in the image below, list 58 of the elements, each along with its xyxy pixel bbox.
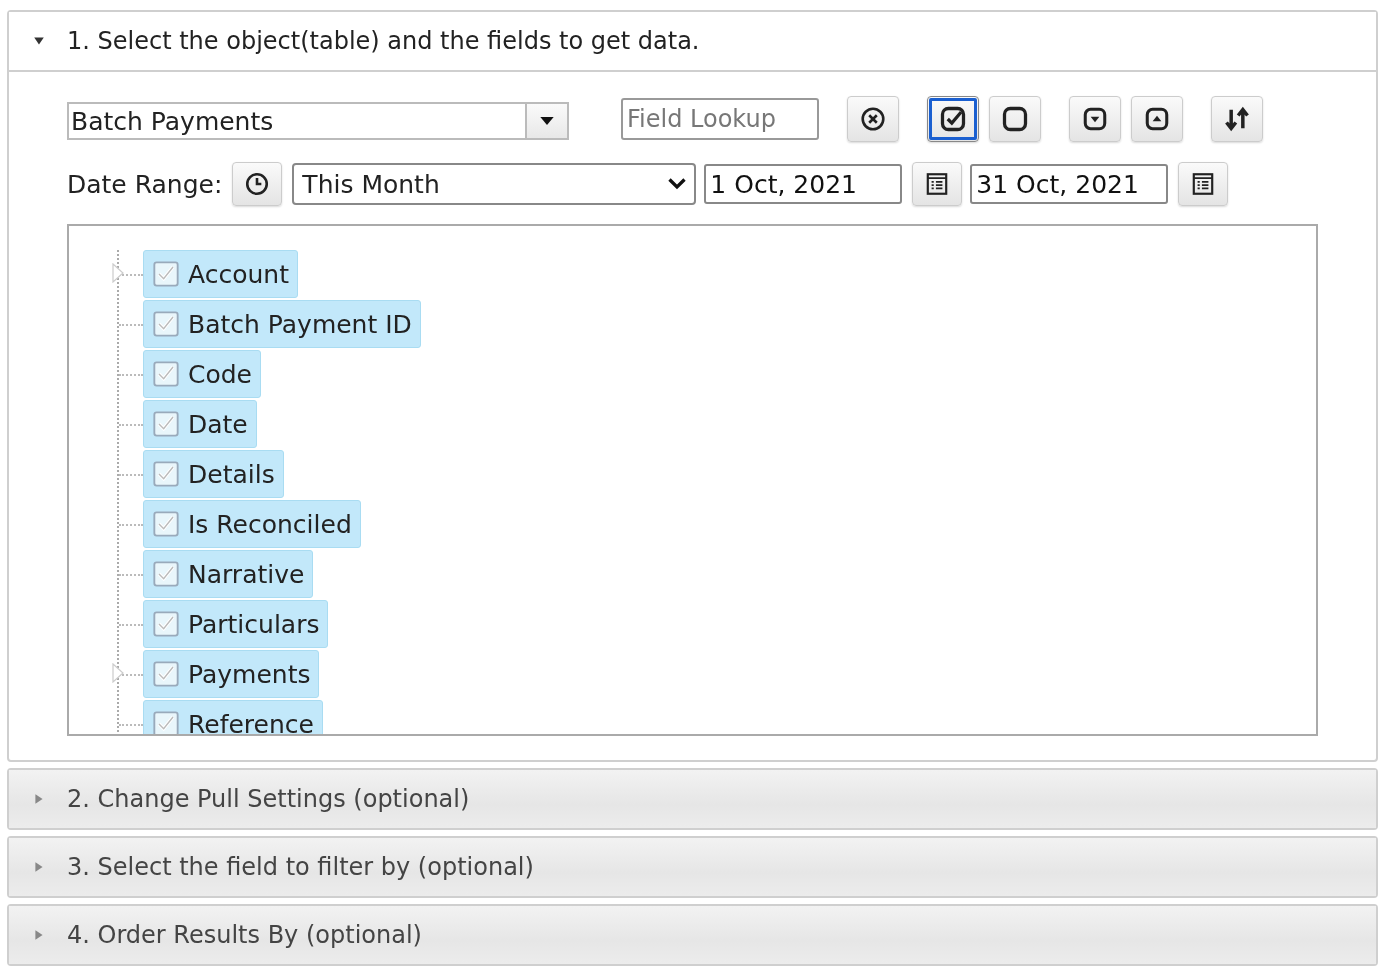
down-caret-box-icon <box>1082 106 1108 132</box>
clock-icon <box>244 171 271 197</box>
checkbox-icon[interactable] <box>152 360 180 388</box>
field-lookup-input[interactable]: Field Lookup <box>621 98 819 140</box>
checkbox-icon[interactable] <box>152 510 180 538</box>
checked-box-icon <box>939 105 967 133</box>
sort-icon <box>1223 105 1251 133</box>
section-title: 4. Order Results By (optional) <box>67 921 422 949</box>
clear-icon <box>860 106 886 132</box>
section-header[interactable]: 4. Order Results By (optional) <box>9 906 1376 964</box>
caret-icon <box>540 117 554 125</box>
calendar-button[interactable] <box>912 162 963 206</box>
empty-box-icon <box>1001 105 1029 133</box>
start-date-input[interactable]: 1 Oct, 2021 <box>704 164 903 204</box>
checkbox-icon[interactable] <box>152 460 180 488</box>
field-item[interactable]: Account <box>143 250 298 298</box>
object-dropdown[interactable]: Batch Payments <box>67 102 569 140</box>
field-item[interactable]: Reference <box>143 700 323 734</box>
date-preset-dropdown[interactable]: This Month <box>292 163 697 205</box>
field-item[interactable]: Details <box>143 450 284 498</box>
section-title: 2. Change Pull Settings (optional) <box>67 785 470 813</box>
checkbox-icon[interactable] <box>152 710 180 734</box>
field-item[interactable]: Particulars <box>143 600 329 648</box>
checkbox-icon[interactable] <box>152 410 180 438</box>
checkbox-icon[interactable] <box>152 660 180 688</box>
section-header[interactable]: 3. Select the field to filter by (optional) <box>9 838 1376 896</box>
field-item[interactable]: Narrative <box>143 550 314 598</box>
expander-icon[interactable] <box>112 263 124 283</box>
up-caret-box-icon <box>1144 106 1170 132</box>
clear-button[interactable] <box>847 96 899 142</box>
section-title: 3. Select the field to filter by (optional) <box>67 853 534 881</box>
caret-icon <box>33 793 45 805</box>
collapse-all-button[interactable] <box>1131 96 1183 142</box>
caret-icon <box>33 929 45 941</box>
calendar-button[interactable] <box>1178 162 1229 206</box>
checkbox-icon[interactable] <box>152 310 180 338</box>
date-range-label: Date Range: <box>67 169 223 199</box>
section-header[interactable]: 2. Change Pull Settings (optional) <box>9 770 1376 828</box>
chevron-icon <box>668 178 687 190</box>
caret-icon <box>33 861 45 873</box>
checkbox-icon[interactable] <box>152 260 180 288</box>
field-item[interactable]: Payments <box>143 650 320 698</box>
checkbox-icon[interactable] <box>152 610 180 638</box>
checkbox-icon[interactable] <box>152 560 180 588</box>
field-item[interactable]: Date <box>143 400 257 448</box>
field-item[interactable]: Batch Payment ID <box>143 300 421 348</box>
check-all-button[interactable] <box>927 96 979 142</box>
expand-all-button[interactable] <box>1069 96 1121 142</box>
clock-button[interactable] <box>232 162 283 206</box>
section-header[interactable]: 1. Select the object(table) and the fields to get data. <box>9 12 1376 72</box>
end-date-input[interactable]: 31 Oct, 2021 <box>970 164 1169 204</box>
uncheck-all-button[interactable] <box>989 96 1041 142</box>
caret-icon <box>33 35 45 47</box>
field-item[interactable]: Is Reconciled <box>143 500 361 548</box>
section-title: 1. Select the object(table) and the fields to get data. <box>67 27 700 55</box>
expander-icon[interactable] <box>112 663 124 683</box>
field-item[interactable]: Code <box>143 350 261 398</box>
sort-button[interactable] <box>1211 96 1263 142</box>
